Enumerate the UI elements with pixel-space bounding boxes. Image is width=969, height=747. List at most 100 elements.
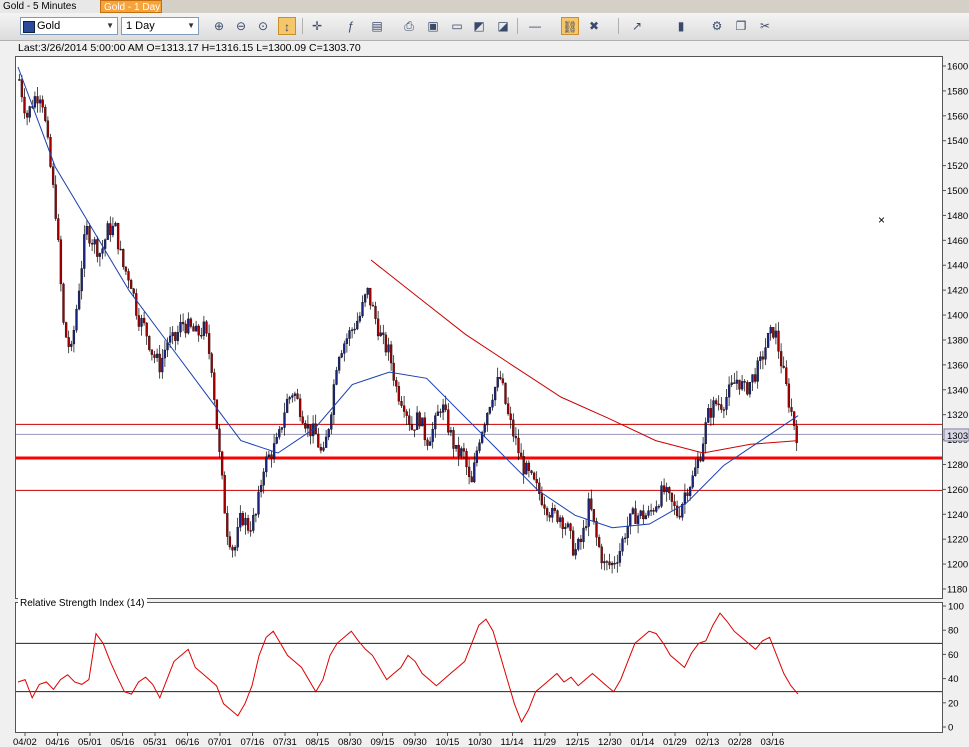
crosshair-icon[interactable]: ✛	[308, 17, 326, 35]
candle	[717, 395, 720, 411]
candle	[322, 441, 325, 452]
candle-body	[683, 492, 687, 505]
candle	[683, 483, 687, 514]
trend-tool-icon[interactable]: ↗	[628, 17, 646, 35]
candle-body	[774, 330, 778, 338]
candle	[33, 91, 37, 110]
candle	[187, 312, 190, 335]
candle-body	[330, 414, 333, 430]
candle	[696, 451, 700, 474]
zoom-out-icon[interactable]: ⊖	[232, 17, 250, 35]
copy-icon[interactable]: ❐	[732, 17, 750, 35]
candle-body	[343, 343, 346, 354]
tools-icon[interactable]: ✂	[756, 17, 774, 35]
price-tick-label: 1440	[947, 261, 968, 272]
candle-body	[748, 381, 752, 395]
delete-icon[interactable]: ✖	[585, 17, 603, 35]
candle-body	[496, 377, 499, 388]
candle-body	[631, 508, 635, 514]
time-tick-label: 07/16	[241, 737, 265, 747]
candle	[639, 509, 642, 519]
candle	[712, 396, 715, 426]
candle	[727, 376, 731, 407]
candle	[452, 427, 455, 458]
save-icon[interactable]: ▣	[424, 17, 442, 35]
candle-type-icon[interactable]: ▮	[672, 17, 690, 35]
candle-body	[226, 513, 229, 537]
settings-icon[interactable]: ⚙	[708, 17, 726, 35]
candle-body	[249, 530, 252, 532]
candle-body	[119, 248, 122, 251]
timeframe-dropdown[interactable]: 1 Day ▼	[121, 17, 199, 35]
candle-body	[395, 380, 398, 387]
candle	[423, 412, 427, 447]
candle-body	[23, 96, 26, 114]
candle	[348, 326, 351, 346]
price-chart: ×	[16, 66, 942, 574]
candle-body	[291, 395, 294, 398]
chart-properties-icon[interactable]: ▤	[368, 17, 386, 35]
candle	[428, 436, 432, 446]
candle	[545, 506, 549, 522]
candle-body	[603, 561, 606, 564]
candle-body	[67, 337, 70, 347]
link-icon[interactable]: ⛓	[561, 17, 579, 35]
candle-body	[379, 332, 382, 337]
candle-body	[649, 510, 653, 512]
tab-gold-1-day[interactable]: Gold - 1 Day	[100, 0, 162, 13]
export-icon[interactable]: ◩	[470, 17, 488, 35]
candle	[610, 561, 614, 574]
price-tick-label: 1580	[947, 86, 968, 97]
cursor-icon[interactable]: ↕	[278, 17, 296, 35]
candle-body	[215, 399, 219, 430]
candle-body	[382, 332, 385, 336]
candle	[369, 287, 372, 310]
symbol-dropdown[interactable]: Gold ▼	[20, 17, 118, 35]
candle-body	[106, 223, 109, 240]
time-tick-label: 03/16	[761, 737, 785, 747]
candle	[103, 238, 107, 257]
candle-body	[46, 120, 50, 138]
candle	[124, 266, 128, 275]
candle	[629, 513, 632, 535]
candle	[400, 396, 403, 409]
candle-body	[652, 510, 655, 512]
candle-body	[25, 112, 29, 118]
candle	[142, 311, 146, 326]
candle-body	[558, 517, 562, 522]
candle	[571, 526, 575, 557]
candle-body	[730, 382, 733, 385]
candle-body	[304, 423, 307, 429]
zoom-in-icon[interactable]: ⊕	[210, 17, 228, 35]
rsi-panel[interactable]: Relative Strength Index (14)	[15, 598, 943, 733]
candle-body	[426, 439, 429, 446]
candle-body	[548, 514, 551, 518]
candle	[23, 88, 26, 119]
candle	[356, 312, 359, 331]
indicator-icon[interactable]: ƒ	[342, 17, 360, 35]
candle	[93, 236, 96, 254]
candle	[226, 506, 229, 546]
ohlc-info: Last:3/26/2014 5:00:00 AM O=1313.17 H=13…	[18, 42, 361, 54]
price-chart-panel[interactable]: ×	[15, 56, 943, 599]
candle-body	[746, 382, 749, 395]
candle-body	[740, 381, 744, 390]
price-tick-label: 1320	[947, 410, 968, 421]
candle	[725, 388, 728, 416]
print-icon[interactable]: ⎙	[400, 17, 418, 35]
candle	[379, 325, 382, 337]
candle	[116, 222, 120, 255]
candle	[704, 417, 707, 454]
candle	[649, 503, 653, 517]
candle	[77, 283, 81, 311]
candle-body	[733, 382, 736, 384]
candle-body	[77, 290, 81, 310]
document-icon[interactable]: ▭	[448, 17, 466, 35]
candle	[205, 320, 208, 337]
candle	[761, 350, 765, 370]
zoom-fit-icon[interactable]: ⊙	[254, 17, 272, 35]
line-style-icon[interactable]: —	[526, 17, 544, 35]
candle-body	[153, 354, 156, 358]
price-tick-label: 1340	[947, 385, 968, 396]
save-image-icon[interactable]: ◪	[494, 17, 512, 35]
